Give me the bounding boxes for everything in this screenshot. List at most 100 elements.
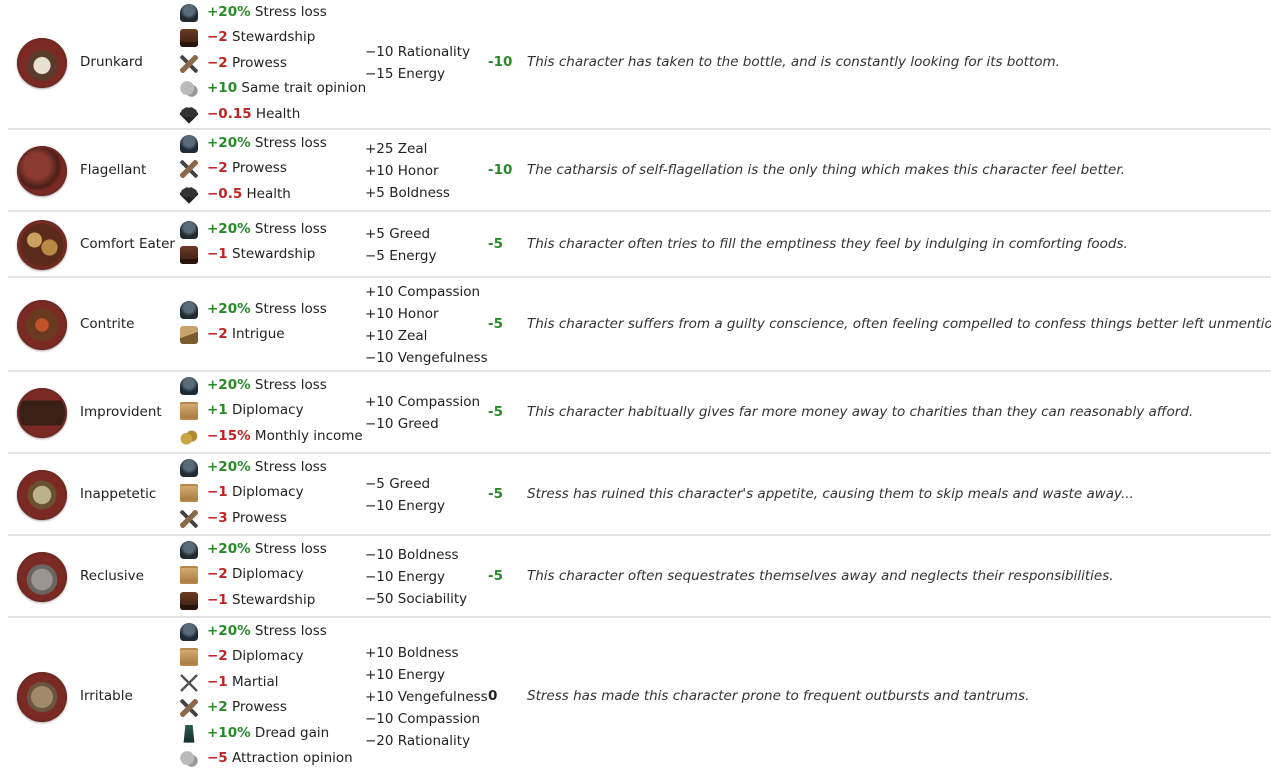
- stress-icon: [180, 135, 198, 153]
- stewardship-icon: [180, 246, 198, 265]
- personality-line: +25 Zeal: [365, 141, 428, 157]
- trait-name: Irritable: [80, 688, 133, 704]
- opinion-value: -5: [488, 316, 503, 332]
- health-icon: [180, 105, 198, 124]
- effect-text: −0.5 Health: [207, 182, 291, 207]
- effect-value: −2: [207, 160, 228, 177]
- personality-line: +10 Compassion: [365, 394, 481, 410]
- personality-line: −20 Rationality: [365, 733, 471, 749]
- effect-text: +10% Dread gain: [207, 721, 329, 746]
- opinion-value: -5: [488, 486, 503, 502]
- intrigue-icon: [180, 326, 198, 345]
- trait-row: Inappetetic +20% Stress loss −1 Diplomacy −…: [8, 454, 1271, 534]
- empty-plate-portrait: [17, 470, 67, 520]
- opinion-value: 0: [488, 688, 498, 704]
- effect-text: −1 Stewardship: [207, 242, 315, 267]
- trait-name: Inappetetic: [80, 486, 157, 502]
- effect-value: +2: [207, 699, 228, 716]
- trait-row: Contrite +20% Stress loss −2 Intrigue +10 C…: [8, 278, 1271, 370]
- effect-value: −1: [207, 673, 228, 690]
- personality-line: +10 Honor: [365, 163, 439, 179]
- trait-description: This character habitually gives far more…: [527, 404, 1194, 420]
- effect-value: +20%: [207, 459, 251, 475]
- stewardship-icon: [180, 591, 198, 610]
- diplomacy-icon: [180, 648, 198, 667]
- trait-name: Comfort Eater: [80, 236, 175, 252]
- trait-description: This character has taken to the bottle, …: [527, 54, 1060, 70]
- effect-label: Monthly income: [254, 427, 363, 444]
- trait-row: Reclusive +20% Stress loss −2 Diplomacy −1 …: [8, 536, 1271, 616]
- effect-value: −0.15: [207, 105, 252, 122]
- personality-changes: +10 Compassion −10 Greed: [365, 391, 480, 435]
- personality-line: +10 Vengefulness: [365, 689, 488, 705]
- stewardship-icon: [180, 29, 198, 48]
- effect-label: Dread gain: [254, 724, 330, 741]
- effect-label: Stress loss: [254, 301, 327, 317]
- effect-label: Diplomacy: [232, 402, 304, 419]
- effect-text: −2 Prowess: [207, 51, 287, 76]
- cookies-portrait: [17, 220, 67, 270]
- personality-changes: +10 Compassion +10 Honor +10 Zeal −10 Venge…: [365, 281, 488, 369]
- effect-value: −2: [207, 648, 228, 665]
- effect-value: −2: [207, 54, 228, 71]
- effect-text: +20% Stress loss: [207, 373, 327, 398]
- trait-row: Irritable +20% Stress loss −2 Diplomacy −1 …: [8, 618, 1271, 771]
- effect-value: −2: [207, 326, 228, 343]
- hermit-hut-portrait: [17, 552, 67, 602]
- effect-text: +20% Stress loss: [207, 455, 327, 480]
- effect-value: +1: [207, 402, 228, 419]
- effect-label: Stewardship: [232, 29, 316, 46]
- effect-label: Stress loss: [254, 459, 327, 475]
- effect-label: Prowess: [232, 699, 287, 716]
- effect-label: Attraction opinion: [232, 749, 353, 766]
- personality-changes: +10 Boldness +10 Energy +10 Vengefulness −1…: [365, 642, 488, 752]
- diplomacy-icon: [180, 484, 198, 503]
- personality-line: −10 Compassion: [365, 711, 481, 727]
- trait-name: Flagellant: [80, 162, 147, 178]
- effect-text: −3 Prowess: [207, 506, 287, 531]
- stress-icon: [180, 4, 198, 22]
- effect-text: +2 Prowess: [207, 695, 287, 720]
- effect-label: Martial: [232, 673, 279, 690]
- chest-portrait: [17, 388, 67, 438]
- health-icon: [180, 185, 198, 204]
- effect-label: Stewardship: [232, 591, 316, 608]
- trait-description: This character often sequestrates themse…: [527, 568, 1114, 584]
- opinion-icon: [180, 80, 198, 99]
- opinion-value: -10: [488, 54, 513, 70]
- effect-value: +20%: [207, 623, 251, 639]
- personality-line: −10 Energy: [365, 569, 446, 585]
- personality-line: +10 Boldness: [365, 645, 459, 661]
- trait-row: Comfort Eater +20% Stress loss −1 Stewards…: [8, 212, 1271, 276]
- effect-value: −2: [207, 566, 228, 583]
- effect-label: Diplomacy: [232, 648, 304, 665]
- effect-text: +20% Stress loss: [207, 131, 327, 156]
- effect-text: +20% Stress loss: [207, 619, 327, 644]
- trait-name: Improvident: [80, 404, 162, 420]
- effect-label: Health: [246, 185, 291, 202]
- personality-line: −10 Greed: [365, 416, 439, 432]
- effect-label: Prowess: [232, 160, 287, 177]
- effect-label: Same trait opinion: [241, 80, 367, 97]
- diplomacy-icon: [180, 402, 198, 421]
- effect-label: Stress loss: [254, 377, 327, 393]
- trait-row: Improvident +20% Stress loss +1 Diplomacy −…: [8, 372, 1271, 452]
- effect-value: +20%: [207, 301, 251, 317]
- effect-text: −1 Diplomacy: [207, 480, 304, 505]
- trait-row: Drunkard +20% Stress loss −2 Stewardship −2…: [8, 0, 1271, 128]
- opinion-value: -5: [488, 236, 503, 252]
- effect-text: +1 Diplomacy: [207, 398, 304, 423]
- effect-text: −2 Diplomacy: [207, 562, 304, 587]
- effect-text: +20% Stress loss: [207, 537, 327, 562]
- effect-value: +10%: [207, 724, 251, 741]
- effect-value: −1: [207, 591, 228, 608]
- effect-label: Health: [255, 105, 301, 122]
- personality-changes: +5 Greed −5 Energy: [365, 223, 436, 267]
- personality-line: +10 Honor: [365, 306, 439, 322]
- effect-label: Prowess: [232, 54, 287, 71]
- effect-text: −2 Stewardship: [207, 25, 315, 50]
- effect-text: −2 Diplomacy: [207, 644, 304, 669]
- opinion-value: -5: [488, 404, 503, 420]
- personality-line: −10 Energy: [365, 498, 446, 514]
- effect-value: +20%: [207, 221, 251, 237]
